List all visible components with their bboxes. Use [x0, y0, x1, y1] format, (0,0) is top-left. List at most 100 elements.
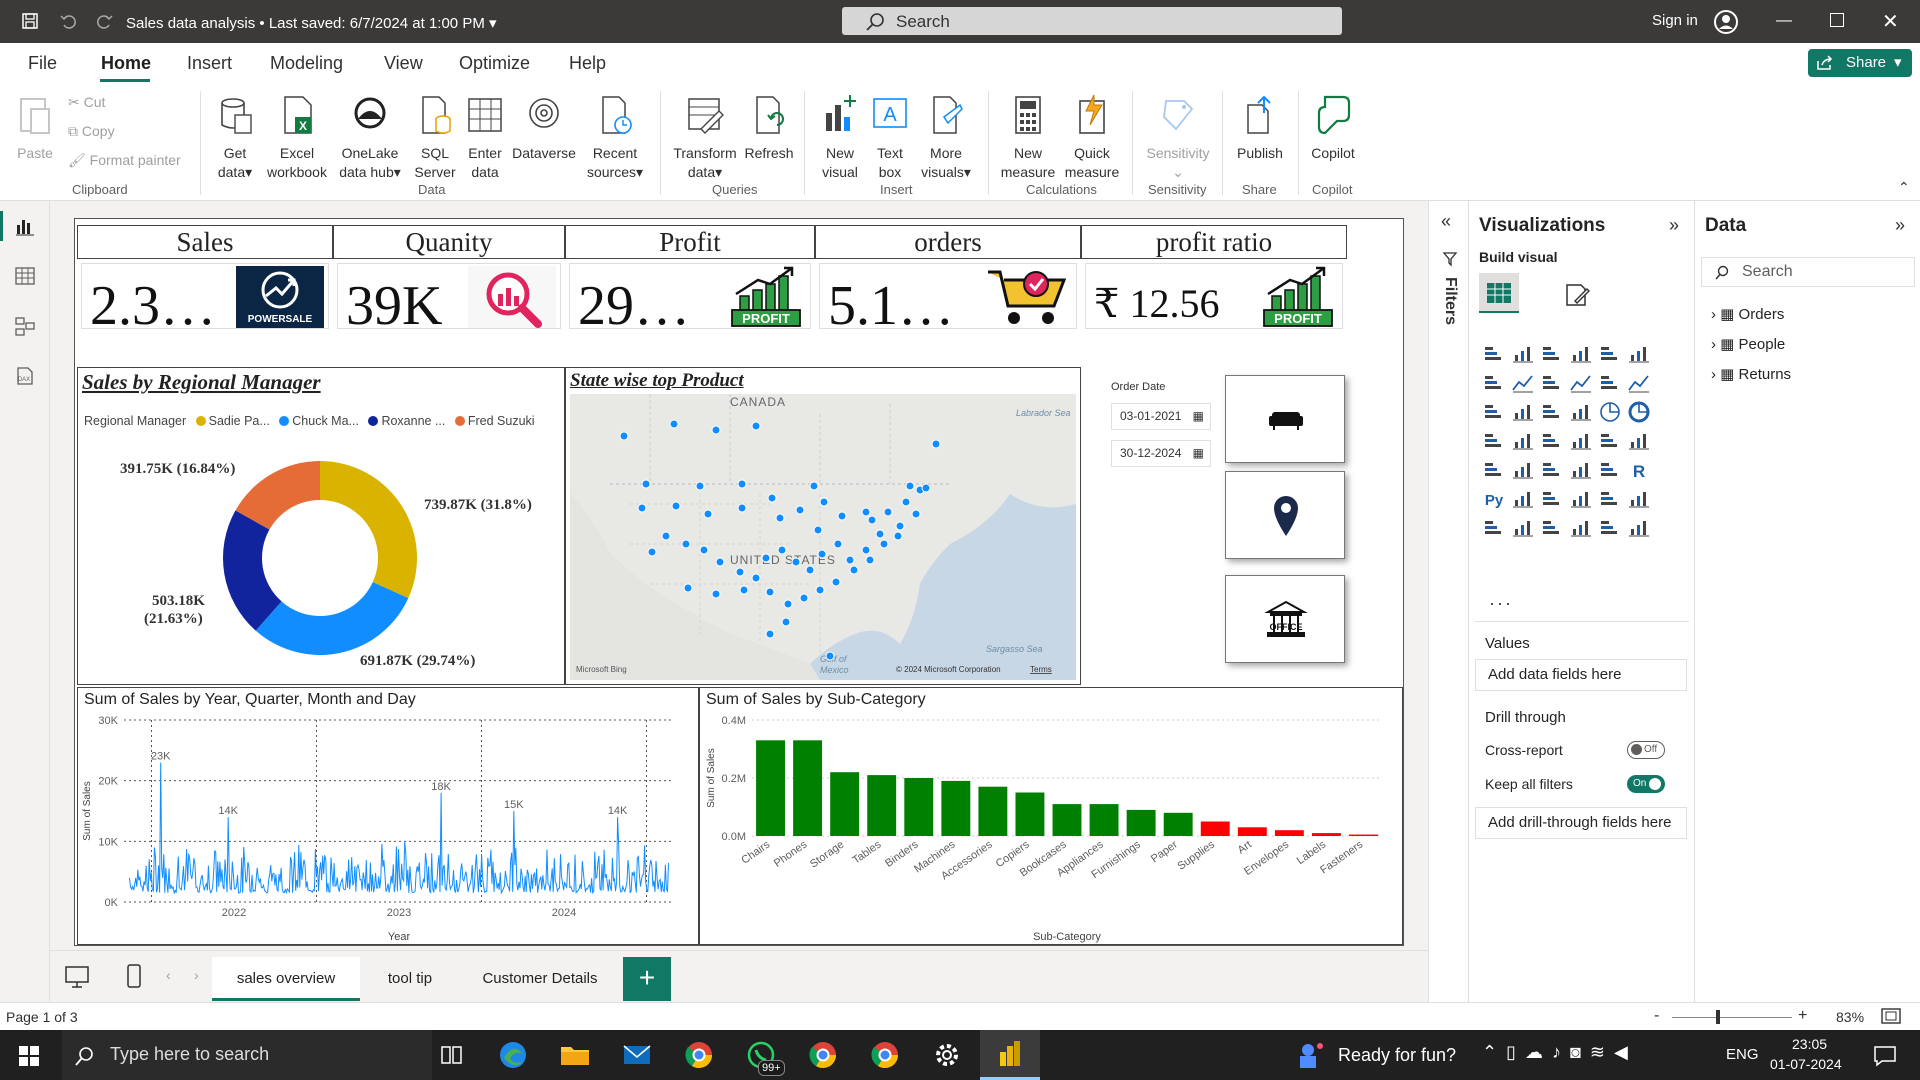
prev-page-icon[interactable]: ‹ [166, 967, 171, 983]
map-point[interactable] [735, 567, 745, 577]
wifi-icon[interactable]: ≋ [1590, 1042, 1614, 1062]
sales-line[interactable] [129, 762, 669, 895]
enter-data-button[interactable]: Enter data [462, 93, 508, 182]
copilot-button[interactable]: Copilot [1306, 93, 1360, 163]
line-chart[interactable]: 0K 10K 20K 30K 2022 2023 2024 23K 14K 18K 15K 14K Su… [78, 710, 698, 944]
map-point[interactable] [865, 555, 875, 565]
decomposition-tree-visual-icon[interactable] [1539, 486, 1565, 512]
chrome-icon[interactable] [806, 1038, 840, 1072]
transform-data-button[interactable]: Transform data▾ [668, 93, 742, 182]
furniture-button[interactable] [1225, 375, 1345, 463]
paginated-visual-icon[interactable] [1481, 515, 1507, 541]
power-automate-visual-icon[interactable] [1568, 515, 1594, 541]
map-point[interactable] [683, 583, 693, 593]
smart-narrative-visual-icon[interactable] [1597, 486, 1623, 512]
azure-map-visual-icon[interactable] [1568, 428, 1594, 454]
power-apps-visual-icon[interactable] [1539, 515, 1565, 541]
cloud-icon[interactable]: ☁ [1525, 1042, 1552, 1062]
kpi-visual-icon[interactable] [1510, 457, 1536, 483]
paste-button[interactable]: Paste [10, 93, 60, 163]
start-date-input[interactable]: 03-01-2021 ▦ [1111, 403, 1211, 430]
office-button[interactable]: OFFICE [1225, 575, 1345, 663]
map-point[interactable] [641, 479, 651, 489]
map-point[interactable] [931, 439, 941, 449]
undo-icon[interactable] [58, 11, 78, 31]
map-point[interactable] [703, 509, 713, 519]
kpi-card-sales[interactable]: 2.3… POWERSALE [81, 263, 329, 337]
stacked-column-visual-icon[interactable] [1510, 341, 1536, 367]
menu-insert[interactable]: Insert [187, 53, 232, 74]
widgets-icon[interactable] [1296, 1040, 1328, 1070]
map-point[interactable] [837, 511, 847, 521]
copy-button[interactable]: ⧉ Copy [68, 122, 115, 141]
map-point[interactable] [825, 651, 835, 661]
desktop-layout-icon[interactable] [64, 965, 90, 989]
map-point[interactable] [775, 513, 785, 523]
expand-filters-icon[interactable]: « [1441, 211, 1451, 232]
funnel-visual-icon[interactable] [1539, 399, 1565, 425]
zoom-slider-thumb[interactable] [1716, 1010, 1720, 1024]
map-point[interactable] [661, 531, 671, 541]
system-tray-icons[interactable]: ⌃▯☁♪◙≋◀ [1482, 1042, 1637, 1063]
keep-filters-toggle[interactable]: On [1627, 775, 1665, 793]
dax-query-icon[interactable]: DAX [14, 365, 36, 387]
microphone-icon[interactable]: ♪ [1552, 1042, 1570, 1062]
onelake-button[interactable]: OneLake data hub▾ [332, 93, 408, 182]
calendar-icon[interactable]: ▦ [1193, 441, 1204, 466]
donut-chart-panel[interactable]: Sales by Regional Manager Regional Manag… [77, 367, 565, 685]
filters-pane[interactable]: « Filters [1428, 201, 1468, 1010]
line-column-visual-icon[interactable] [1597, 370, 1623, 396]
chrome-profile-icon[interactable] [868, 1038, 902, 1072]
quick-measure-button[interactable]: Quick measure [1060, 93, 1124, 182]
multi-card-visual-icon[interactable] [1481, 457, 1507, 483]
scatter-visual-icon[interactable] [1568, 399, 1594, 425]
calendar-icon[interactable]: ▦ [1193, 404, 1204, 429]
filled-map-visual-icon[interactable] [1539, 428, 1565, 454]
map-point[interactable] [739, 585, 749, 595]
line-visual-icon[interactable] [1481, 370, 1507, 396]
map-point[interactable] [879, 539, 889, 549]
map-point[interactable] [669, 419, 679, 429]
bar[interactable] [904, 778, 934, 836]
key-influencers-visual-icon[interactable] [1510, 486, 1536, 512]
map-point[interactable] [711, 589, 721, 599]
shape-map-visual-icon[interactable] [1597, 515, 1623, 541]
menu-optimize[interactable]: Optimize [459, 53, 530, 74]
menu-home[interactable]: Home [101, 53, 151, 74]
maximize-icon[interactable] [1830, 13, 1844, 27]
tab-tool-tip[interactable]: tool tip [360, 957, 460, 1001]
table-view-icon[interactable] [14, 265, 36, 287]
stacked-bar-visual-icon[interactable] [1481, 341, 1507, 367]
sensitivity-button[interactable]: Sensitivity ⌄ [1140, 93, 1216, 182]
next-page-icon[interactable]: › [194, 967, 199, 983]
stacked-area-visual-icon[interactable] [1539, 370, 1565, 396]
table-orders[interactable]: › ▦ Orders [1711, 305, 1784, 323]
account-icon[interactable] [1713, 9, 1739, 35]
format-painter-button[interactable]: 🖌 Format painter [68, 151, 181, 170]
collapse-data-icon[interactable]: » [1895, 215, 1905, 236]
table-people[interactable]: › ▦ People [1711, 335, 1785, 353]
map-point[interactable] [791, 557, 801, 567]
mobile-layout-icon[interactable] [126, 963, 142, 989]
bar[interactable] [1349, 834, 1378, 836]
more-visuals-button[interactable]: More visuals▾ [912, 93, 980, 182]
excel-workbook-button[interactable]: X Excel workbook [262, 93, 332, 182]
map-point[interactable] [805, 565, 815, 575]
map-point[interactable] [813, 525, 823, 535]
bar[interactable] [756, 740, 785, 836]
signin-button[interactable]: Sign in [1652, 12, 1698, 29]
map-point[interactable] [699, 545, 709, 555]
map-point[interactable] [911, 509, 921, 519]
location-button[interactable] [1225, 471, 1345, 559]
cut-button[interactable]: ✂ Cut [68, 93, 105, 112]
clustered-bar-visual-icon[interactable] [1539, 341, 1565, 367]
bar-chart-panel[interactable]: Sum of Sales by Sub-Category 0.0M 0.2M 0.4… [699, 687, 1403, 945]
collapse-viz-icon[interactable]: » [1669, 215, 1679, 236]
bar[interactable] [1274, 830, 1304, 836]
mail-icon[interactable] [620, 1038, 654, 1072]
map-point[interactable] [875, 529, 885, 539]
volume-icon[interactable]: ◀ [1614, 1042, 1637, 1062]
menu-modeling[interactable]: Modeling [270, 53, 343, 74]
map-point[interactable] [751, 421, 761, 431]
ribbon-visual-icon[interactable] [1481, 399, 1507, 425]
